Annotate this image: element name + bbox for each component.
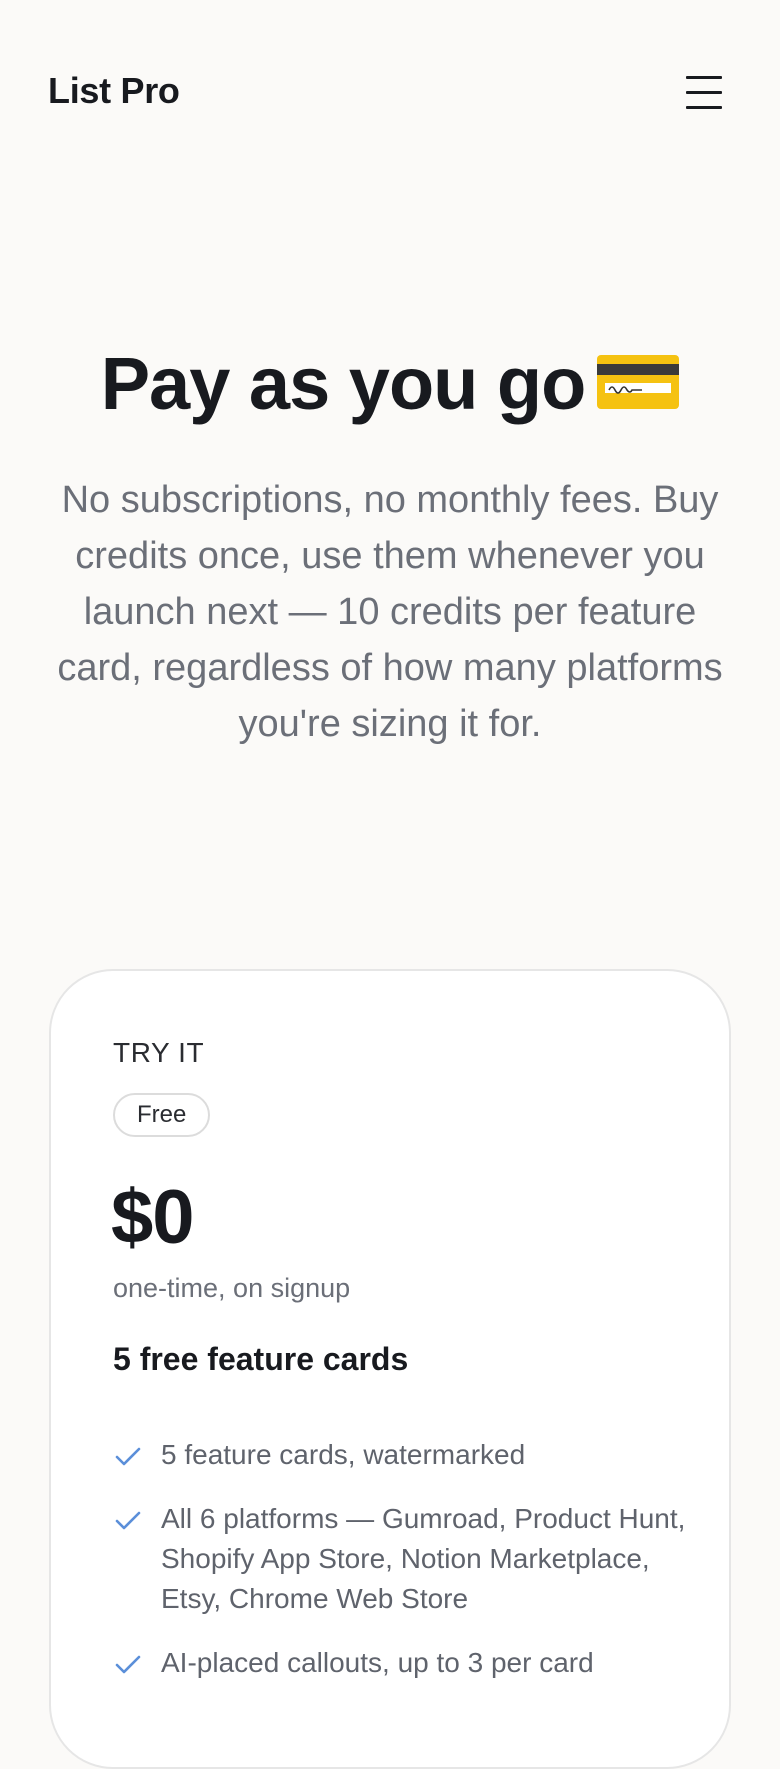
check-icon [115, 1655, 141, 1674]
price: $0 [111, 1175, 195, 1260]
feature-item: All 6 platforms — Gumroad, Product Hunt,… [113, 1499, 693, 1619]
menu-bar [686, 106, 722, 109]
check-icon [115, 1447, 141, 1466]
credits-summary: 5 free feature cards [113, 1341, 409, 1377]
pricing-card: TRY IT Free $0 one-time, on signup 5 fre… [49, 969, 731, 1769]
check-icon [115, 1511, 141, 1530]
hamburger-menu-icon[interactable] [686, 74, 722, 110]
feature-text: All 6 platforms — Gumroad, Product Hunt,… [161, 1503, 686, 1614]
feature-list: 5 feature cards, watermarked All 6 platf… [113, 1435, 693, 1707]
menu-bar [686, 91, 722, 94]
menu-bar [686, 76, 722, 79]
site-header: List Pro [0, 0, 780, 184]
tier-badge: Free [113, 1093, 211, 1137]
feature-text: 5 feature cards, watermarked [161, 1439, 526, 1470]
brand-logo[interactable]: List Pro [48, 70, 180, 112]
hero-title: Pay as you go [0, 340, 780, 428]
price-note: one-time, on signup [113, 1273, 351, 1303]
feature-text: AI-placed callouts, up to 3 per card [161, 1647, 594, 1678]
tier-name: TRY IT [113, 1037, 205, 1068]
feature-item: 5 feature cards, watermarked [113, 1435, 693, 1475]
feature-item: AI-placed callouts, up to 3 per card [113, 1643, 693, 1683]
credit-card-icon [597, 340, 680, 428]
hero-title-text: Pay as you go [100, 342, 587, 425]
hero-subtitle: No subscriptions, no monthly fees. Buy c… [57, 479, 723, 745]
